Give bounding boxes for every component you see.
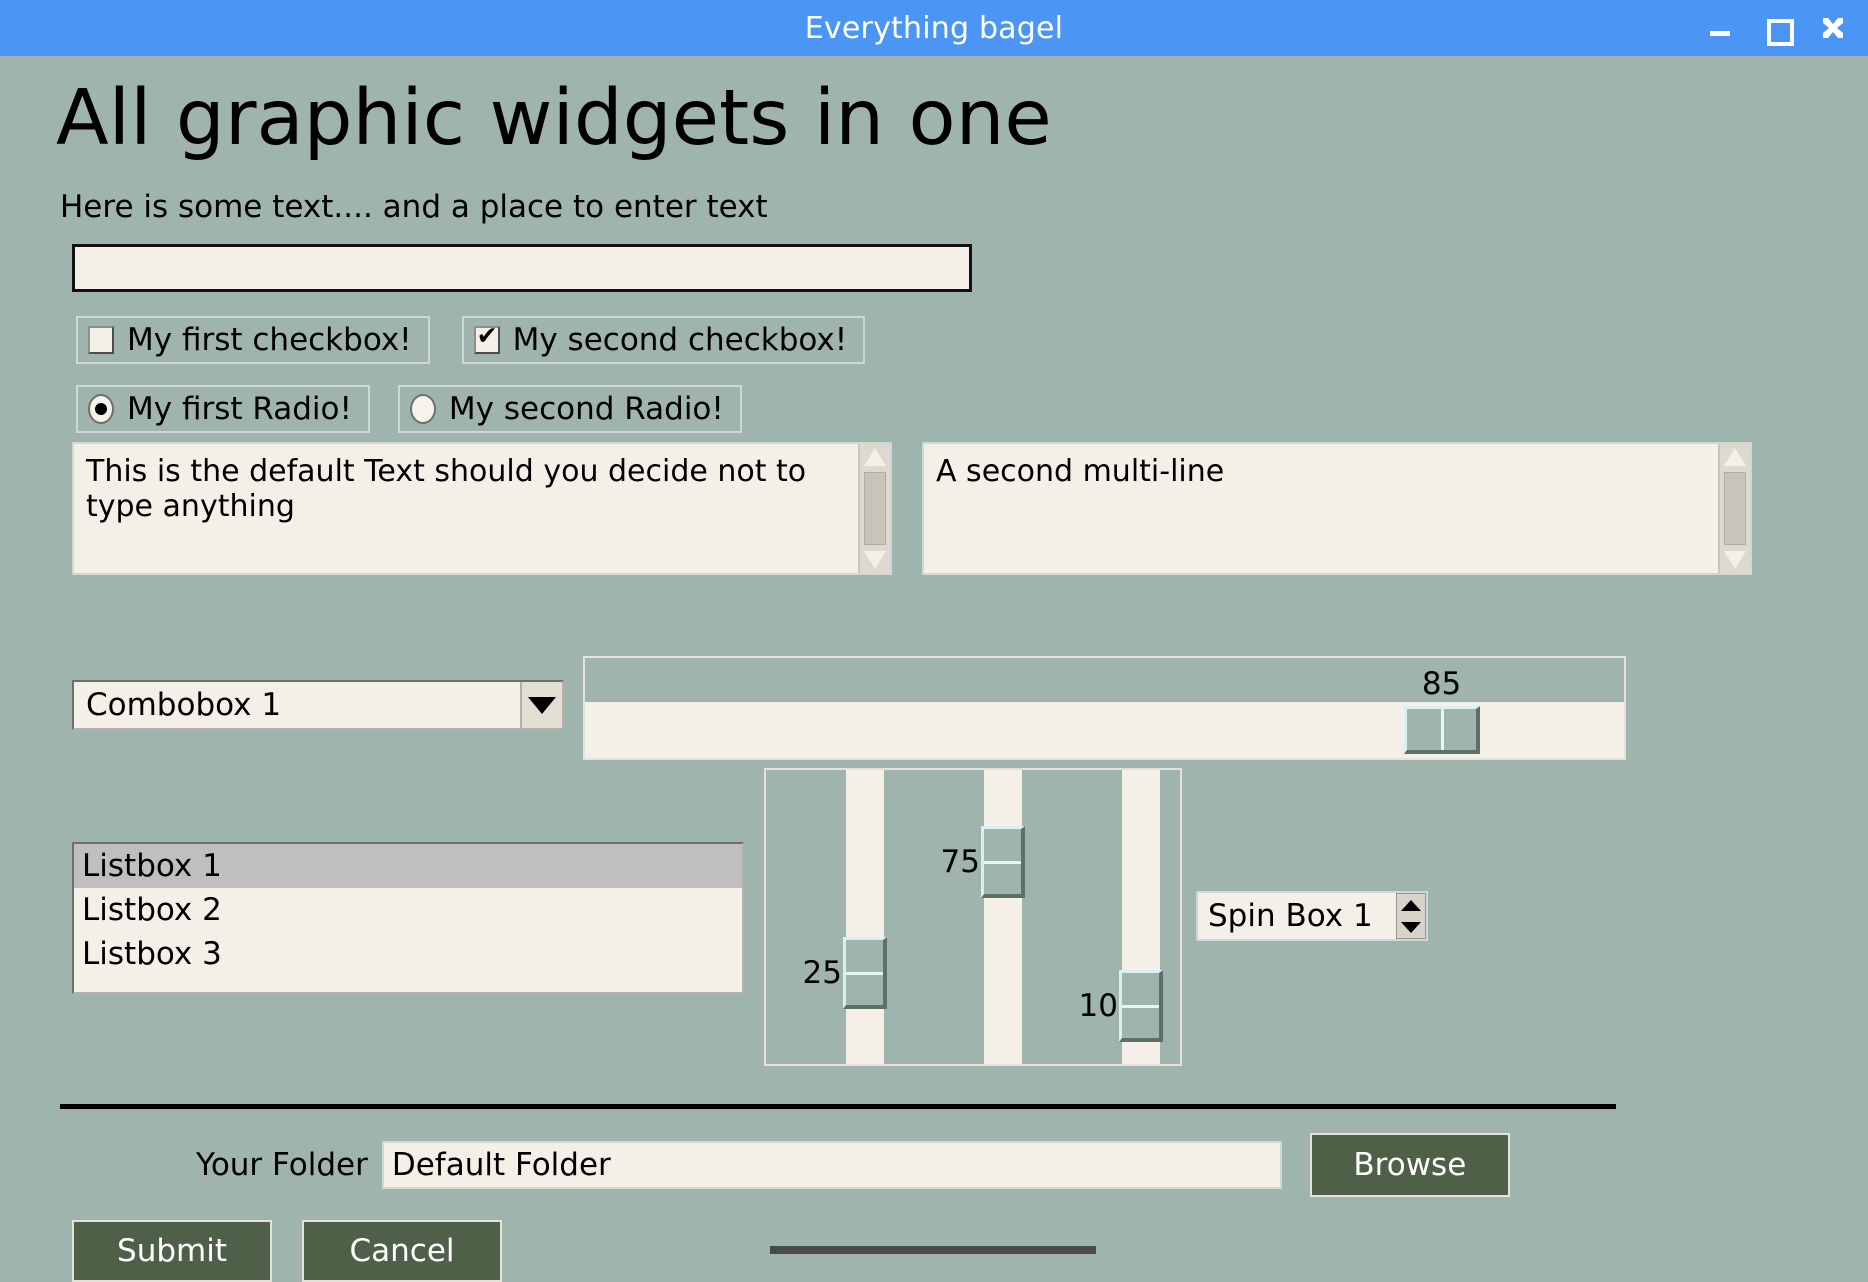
checkbox-row: My first checkbox! My second checkbox! (76, 316, 866, 364)
action-button-row: Submit Cancel (72, 1220, 502, 1282)
combobox[interactable]: Combobox 1 (72, 680, 564, 730)
vertical-slider-third-label-area: 10 (1042, 770, 1122, 1064)
radio-selected-icon[interactable] (88, 394, 114, 424)
minimize-icon[interactable] (1708, 15, 1734, 41)
page-subtitle: Here is some text.... and a place to ent… (60, 189, 768, 225)
list-item[interactable]: Listbox 2 (74, 888, 742, 932)
scrollbar-thumb[interactable] (864, 472, 886, 545)
vertical-slider-first-value: 25 (802, 954, 842, 991)
spin-box-value[interactable]: Spin Box 1 (1198, 898, 1396, 934)
checkbox-first[interactable]: My first checkbox! (76, 316, 430, 364)
window-client-area: All graphic widgets in one Here is some … (0, 56, 1868, 1282)
close-icon[interactable] (1820, 15, 1846, 41)
radio-second[interactable]: My second Radio! (397, 385, 742, 433)
checkbox-second-label: My second checkbox! (512, 322, 848, 358)
window-titlebar[interactable]: Everything bagel (0, 0, 1868, 56)
vertical-slider-second[interactable]: 75 (904, 770, 1025, 1064)
checkbox-first-label: My first checkbox! (127, 322, 412, 358)
chevron-down-icon[interactable] (520, 682, 562, 728)
radio-row: My first Radio! My second Radio! (76, 385, 742, 433)
radio-second-label: My second Radio! (448, 391, 724, 427)
vertical-slider-group: 25 75 10 (764, 768, 1182, 1066)
spin-box-buttons (1396, 893, 1426, 939)
vertical-slider-first[interactable]: 25 (766, 770, 887, 1064)
vertical-slider-first-thumb[interactable] (843, 936, 887, 1009)
multiline-text-first[interactable]: This is the default Text should you deci… (72, 442, 892, 575)
combobox-value: Combobox 1 (86, 687, 282, 723)
browse-button[interactable]: Browse (1309, 1133, 1510, 1197)
vertical-slider-second-value: 75 (940, 843, 980, 880)
vertical-slider-third-thumb[interactable] (1119, 969, 1163, 1042)
scroll-down-icon[interactable] (1724, 551, 1746, 569)
horizontal-slider-thumb[interactable] (1403, 706, 1480, 754)
window-controls (1708, 0, 1846, 56)
scroll-up-icon[interactable] (1724, 448, 1746, 466)
scrollbar-thumb[interactable] (1724, 472, 1746, 545)
multiline-second-scrollbar[interactable] (1718, 444, 1750, 573)
vertical-slider-second-label-area: 75 (904, 770, 984, 1064)
cancel-button[interactable]: Cancel (302, 1220, 502, 1282)
maximize-icon[interactable] (1764, 15, 1794, 46)
horizontal-divider (60, 1104, 1616, 1109)
spin-up-icon[interactable] (1397, 894, 1425, 916)
multiline-text-second[interactable]: A second multi-line (922, 442, 1752, 575)
vertical-slider-first-track[interactable] (843, 770, 887, 1064)
radio-icon[interactable] (409, 394, 436, 424)
vertical-slider-third[interactable]: 10 (1042, 770, 1163, 1064)
radio-first[interactable]: My first Radio! (76, 385, 370, 433)
window-title: Everything bagel (804, 10, 1064, 46)
horizontal-slider-track[interactable] (585, 702, 1624, 758)
checkbox-checked-icon[interactable] (473, 322, 500, 354)
radio-first-label: My first Radio! (127, 391, 352, 427)
spin-box[interactable]: Spin Box 1 (1196, 891, 1428, 941)
checkbox-second[interactable]: My second checkbox! (461, 316, 866, 364)
scroll-down-icon[interactable] (864, 551, 886, 569)
multiline-first-value[interactable]: This is the default Text should you deci… (74, 444, 858, 573)
folder-browse-row: Your Folder Default Folder Browse (196, 1133, 1510, 1197)
multiline-second-value[interactable]: A second multi-line (924, 444, 1718, 573)
vertical-slider-third-value: 10 (1078, 987, 1118, 1024)
scroll-up-icon[interactable] (864, 448, 886, 466)
page-title: All graphic widgets in one (56, 74, 1052, 163)
vertical-slider-second-track[interactable] (981, 770, 1025, 1064)
checkbox-icon[interactable] (88, 326, 114, 354)
taskbar-sliver (770, 1246, 1096, 1254)
multiline-first-scrollbar[interactable] (858, 444, 890, 573)
spin-down-icon[interactable] (1397, 916, 1425, 938)
text-input[interactable] (72, 244, 972, 292)
list-item[interactable]: Listbox 1 (74, 844, 742, 888)
list-item[interactable]: Listbox 3 (74, 932, 742, 976)
folder-label: Your Folder (196, 1147, 368, 1183)
horizontal-slider[interactable]: 85 (583, 656, 1626, 760)
vertical-slider-third-track[interactable] (1119, 770, 1163, 1064)
vertical-slider-first-label-area: 25 (766, 770, 846, 1064)
submit-button[interactable]: Submit (72, 1220, 272, 1282)
vertical-slider-second-thumb[interactable] (981, 825, 1025, 898)
listbox[interactable]: Listbox 1 Listbox 2 Listbox 3 (72, 842, 744, 994)
horizontal-slider-value: 85 (1421, 666, 1462, 702)
folder-input[interactable]: Default Folder (381, 1141, 1282, 1189)
